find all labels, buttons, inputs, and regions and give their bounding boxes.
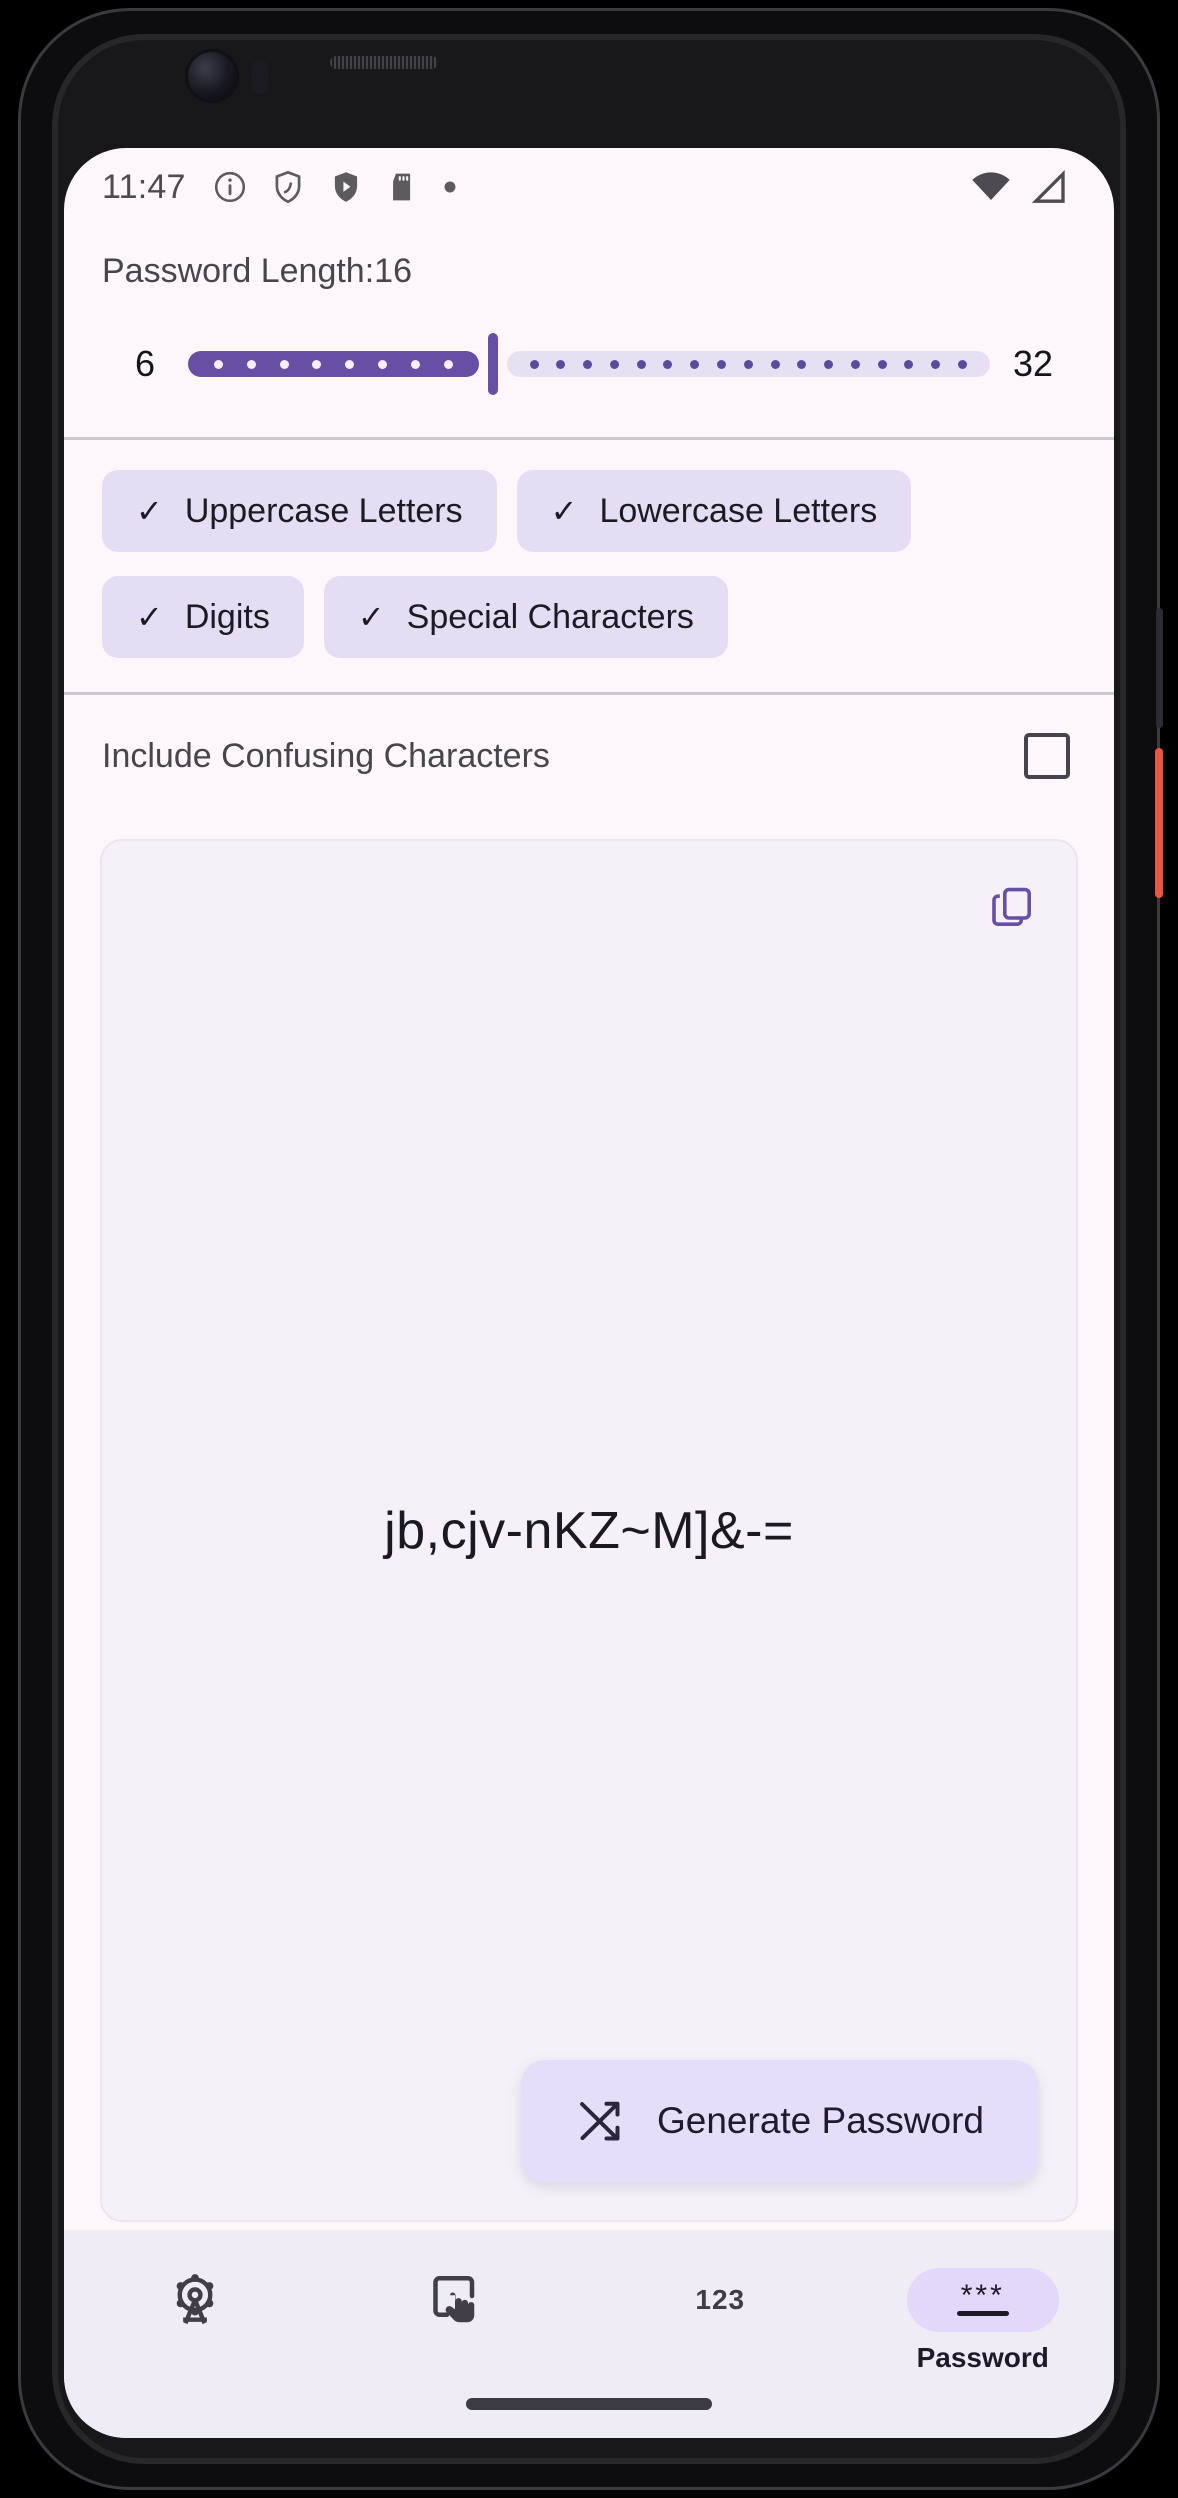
shield-outline-icon bbox=[275, 170, 301, 204]
slider-tick-dot bbox=[279, 359, 289, 369]
password-asterisks-icon: *** bbox=[956, 2280, 1009, 2316]
charset-chip-label: Uppercase Letters bbox=[184, 491, 463, 530]
status-clock: 11:47 bbox=[102, 167, 186, 206]
slider-tick-dot bbox=[770, 359, 780, 369]
slider-tick-dot bbox=[663, 359, 673, 369]
slider-tick-dot bbox=[931, 359, 941, 369]
password-length-label: Password Length:16 bbox=[102, 252, 412, 290]
system-gesture-bar[interactable] bbox=[466, 2398, 712, 2410]
slider-tick-dot bbox=[743, 359, 753, 369]
nav-label-password: Password bbox=[916, 2342, 1049, 2373]
cellular-signal-icon bbox=[1031, 169, 1065, 203]
slider-thumb[interactable] bbox=[487, 333, 498, 395]
status-bar: 11:47 bbox=[64, 148, 1114, 226]
slider-tick-dot bbox=[213, 359, 223, 369]
ferris-wheel-icon bbox=[176, 2274, 214, 2325]
slider-tick-dot bbox=[850, 359, 860, 369]
charset-chip-digits[interactable]: ✓ Digits bbox=[102, 576, 304, 658]
nav-item-generator[interactable] bbox=[64, 2268, 327, 2342]
nav-pill-generator[interactable] bbox=[119, 2268, 271, 2332]
slider-tick-dot bbox=[246, 359, 256, 369]
camera-cluster bbox=[188, 42, 308, 112]
nav-pill-password[interactable]: *** bbox=[906, 2268, 1059, 2332]
password-length-slider-row: 6 32 bbox=[102, 333, 1076, 395]
slider-tick-dot bbox=[690, 359, 700, 369]
password-length-section: Password Length:16 6 32 bbox=[64, 226, 1114, 437]
earpiece-speaker bbox=[330, 56, 438, 69]
slider-tick-dot bbox=[824, 359, 834, 369]
slider-tick-dot bbox=[583, 359, 593, 369]
character-set-section: ✓ Uppercase Letters ✓ Lowercase Letters ✓ Dig… bbox=[64, 440, 1114, 692]
nav-item-gesture[interactable] bbox=[327, 2268, 590, 2342]
slider-tick-dot bbox=[312, 359, 322, 369]
slider-tick-dot bbox=[636, 359, 646, 369]
info-circle-icon bbox=[214, 171, 245, 203]
shield-play-icon bbox=[334, 172, 357, 202]
generated-password-value[interactable]: jb,cjv-nKZ~M]&-= bbox=[360, 1501, 818, 1561]
charset-chip-label: Digits bbox=[184, 597, 270, 636]
camera-lens-icon bbox=[188, 52, 236, 100]
charset-chip-lowercase-letters[interactable]: ✓ Lowercase Letters bbox=[516, 470, 912, 552]
charset-chip-uppercase-letters[interactable]: ✓ Uppercase Letters bbox=[102, 470, 497, 552]
wifi-icon bbox=[972, 172, 1010, 200]
slider-tick-dot bbox=[797, 359, 807, 369]
slider-max-label: 32 bbox=[1012, 343, 1054, 384]
check-icon: ✓ bbox=[550, 493, 578, 529]
slider-tick-dot bbox=[877, 359, 887, 369]
nav-pill-gesture[interactable] bbox=[382, 2268, 534, 2332]
slider-active-track[interactable] bbox=[188, 351, 479, 377]
phone-screen: 11:47 Password Length:16 6 32 ✓ Uppercas… bbox=[64, 148, 1114, 2438]
digits-123-icon: 123 bbox=[695, 2284, 746, 2315]
check-icon: ✓ bbox=[136, 493, 163, 529]
generated-password-card: jb,cjv-nKZ~M]&-= Generate Password bbox=[100, 839, 1078, 2222]
tap-gesture-icon bbox=[433, 2276, 474, 2323]
slider-tick-dot bbox=[378, 359, 388, 369]
check-icon: ✓ bbox=[136, 599, 163, 635]
charset-chip-label: Lowercase Letters bbox=[599, 491, 878, 530]
slider-tick-dot bbox=[957, 359, 967, 369]
slider-inactive-track[interactable] bbox=[506, 351, 990, 377]
slider-min-label: 6 bbox=[134, 343, 156, 384]
include-confusing-characters-row[interactable]: Include Confusing Characters bbox=[64, 695, 1114, 817]
copy-icon bbox=[992, 887, 1031, 926]
nav-pill-digits[interactable]: 123 bbox=[644, 2268, 796, 2332]
volume-button[interactable] bbox=[1156, 608, 1163, 728]
phone-frame: 11:47 Password Length:16 6 32 ✓ Uppercas… bbox=[18, 8, 1163, 2490]
status-notification-icons bbox=[212, 169, 458, 205]
slider-tick-dot bbox=[716, 359, 726, 369]
slider-tick-dot bbox=[609, 359, 619, 369]
dot-icon bbox=[444, 181, 456, 193]
copy-button[interactable] bbox=[984, 879, 1040, 935]
charset-chip-special-characters[interactable]: ✓ Special Characters bbox=[323, 576, 728, 658]
power-button[interactable] bbox=[1155, 748, 1163, 898]
generate-password-label: Generate Password bbox=[656, 2100, 984, 2141]
charset-chip-label: Special Characters bbox=[406, 597, 694, 636]
include-confusing-characters-label: Include Confusing Characters bbox=[102, 736, 550, 775]
include-confusing-characters-checkbox[interactable] bbox=[1024, 733, 1070, 779]
password-length-slider[interactable] bbox=[188, 333, 990, 395]
slider-tick-dot bbox=[904, 359, 914, 369]
shuffle-icon bbox=[580, 2101, 620, 2141]
status-system-icons bbox=[970, 166, 1068, 208]
camera-flash-icon bbox=[252, 60, 268, 94]
check-icon: ✓ bbox=[357, 599, 385, 635]
nav-item-password[interactable]: *** Password bbox=[852, 2268, 1115, 2374]
chip-row: ✓ Digits ✓ Special Characters bbox=[102, 576, 1076, 658]
generate-password-button[interactable]: Generate Password bbox=[520, 2060, 1038, 2182]
nav-item-digits[interactable]: 123 bbox=[589, 2268, 852, 2342]
slider-tick-dot bbox=[556, 359, 566, 369]
slider-tick-dot bbox=[443, 359, 453, 369]
slider-tick-dot bbox=[529, 359, 539, 369]
slider-tick-dot bbox=[345, 359, 355, 369]
chip-row: ✓ Uppercase Letters ✓ Lowercase Letters bbox=[102, 470, 1076, 552]
sd-card-icon bbox=[392, 173, 410, 201]
slider-tick-dot bbox=[410, 359, 420, 369]
